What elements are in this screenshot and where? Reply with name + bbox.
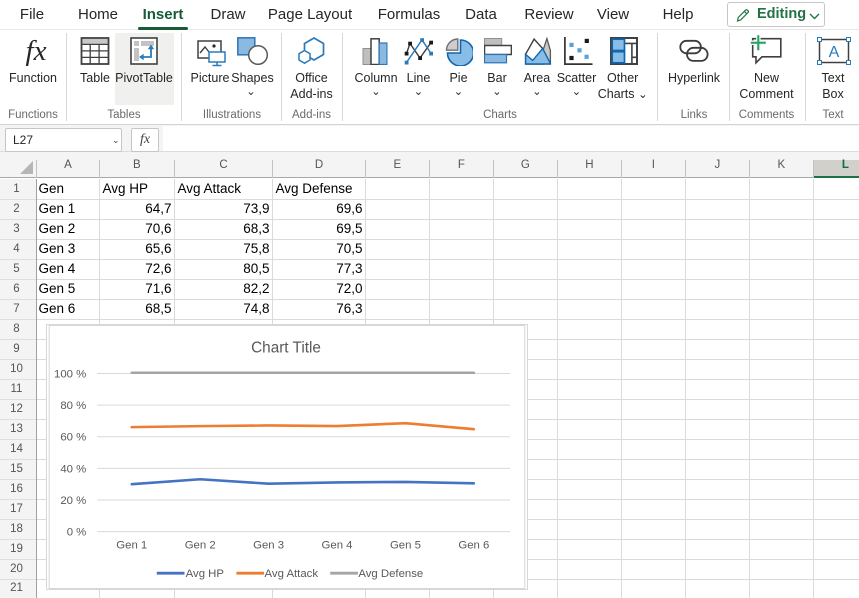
svg-text:Avg Attack: Avg Attack — [265, 568, 319, 580]
svg-text:Gen 6: Gen 6 — [458, 539, 489, 551]
svg-text:Gen 3: Gen 3 — [253, 539, 284, 551]
svg-text:Gen 2: Gen 2 — [185, 539, 216, 551]
svg-text:A: A — [829, 44, 840, 61]
svg-text:Chart Title: Chart Title — [251, 340, 321, 357]
svg-text:Avg HP: Avg HP — [186, 568, 224, 580]
svg-text:20 %: 20 % — [60, 495, 86, 507]
svg-text:Gen 4: Gen 4 — [322, 539, 353, 551]
svg-text:40 %: 40 % — [60, 463, 86, 475]
svg-text:60 %: 60 % — [60, 432, 86, 444]
svg-text:80 %: 80 % — [60, 400, 86, 412]
svg-text:0 %: 0 % — [67, 527, 87, 539]
svg-text:100 %: 100 % — [54, 368, 86, 380]
svg-text:Gen 1: Gen 1 — [116, 539, 147, 551]
svg-text:Gen 5: Gen 5 — [390, 539, 421, 551]
svg-text:Avg Defense: Avg Defense — [358, 568, 423, 580]
